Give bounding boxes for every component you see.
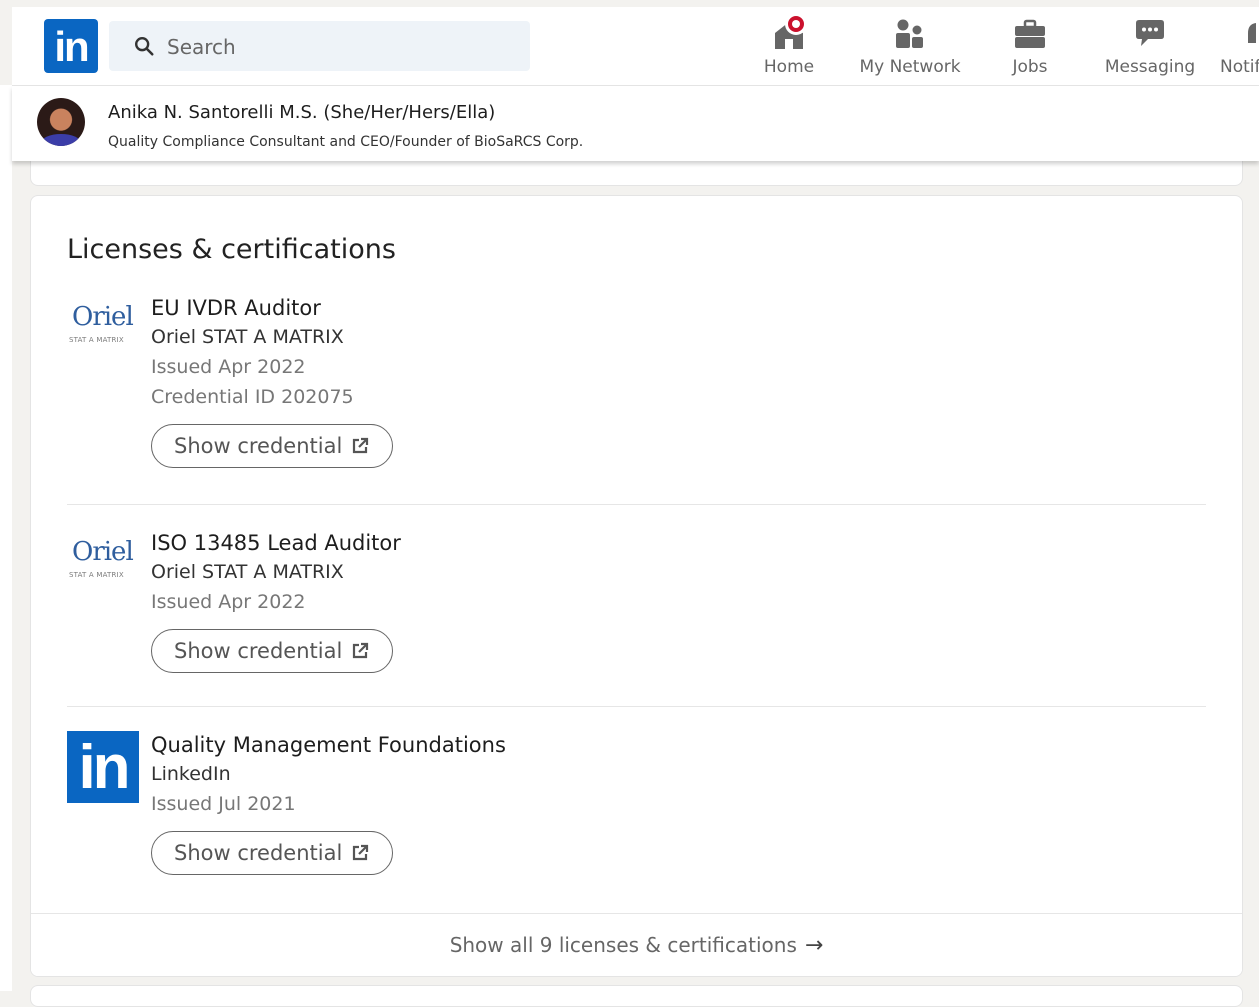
notification-badge bbox=[785, 13, 807, 35]
external-link-icon bbox=[353, 844, 369, 861]
people-icon bbox=[890, 17, 930, 51]
search-box[interactable] bbox=[109, 21, 530, 71]
license-issued-date: Issued Apr 2022 bbox=[151, 356, 306, 378]
license-title: ISO 13485 Lead Auditor bbox=[151, 531, 401, 555]
nav-messaging[interactable]: Messaging bbox=[1104, 17, 1196, 83]
next-section-card bbox=[30, 985, 1243, 1007]
show-all-licenses-link[interactable]: Show all 9 licenses & certifications → bbox=[31, 913, 1242, 976]
show-credential-button[interactable]: Show credential bbox=[151, 424, 394, 468]
profile-headline: Quality Compliance Consultant and CEO/Fo… bbox=[108, 134, 584, 150]
license-title: Quality Management Foundations bbox=[151, 733, 506, 757]
license-title: EU IVDR Auditor bbox=[151, 296, 321, 320]
nav-home-label: Home bbox=[763, 57, 815, 77]
sticky-profile-bar: Anika N. Santorelli M.S. (She/Her/Hers/E… bbox=[12, 86, 1259, 161]
nav-notifications[interactable]: Notif bbox=[1218, 17, 1259, 83]
section-title: Licenses & certifications bbox=[67, 234, 396, 265]
nav-jobs-label: Jobs bbox=[1012, 57, 1048, 77]
oriel-logo[interactable]: Oriel STAT A MATRIX bbox=[67, 531, 139, 603]
license-issuer: LinkedIn bbox=[151, 763, 231, 785]
show-credential-button[interactable]: Show credential bbox=[151, 629, 394, 673]
show-all-label: Show all 9 licenses & certifications bbox=[449, 933, 797, 957]
license-issued-date: Issued Apr 2022 bbox=[151, 591, 306, 613]
chat-icon bbox=[1130, 17, 1170, 51]
home-icon bbox=[769, 13, 809, 51]
linkedin-logo[interactable]: in bbox=[44, 19, 98, 73]
logo-wordmark: Oriel bbox=[72, 302, 134, 332]
license-issued-date: Issued Jul 2021 bbox=[151, 793, 296, 815]
licenses-section: Licenses & certifications Oriel STAT A M… bbox=[30, 195, 1243, 977]
profile-name: Anika N. Santorelli M.S. (She/Her/Hers/E… bbox=[108, 102, 496, 123]
nav-my-network[interactable]: My Network bbox=[858, 17, 962, 83]
external-link-icon bbox=[353, 437, 369, 454]
bell-icon bbox=[1236, 17, 1256, 51]
credential-id: Credential ID 202075 bbox=[151, 386, 354, 408]
oriel-logo[interactable]: Oriel STAT A MATRIX bbox=[67, 296, 139, 368]
logo-wordmark: Oriel bbox=[72, 537, 134, 567]
show-credential-label: Show credential bbox=[174, 639, 343, 663]
license-issuer: Oriel STAT A MATRIX bbox=[151, 326, 344, 348]
logo-subtext: STAT A MATRIX bbox=[69, 336, 124, 344]
linkedin-learning-logo[interactable]: in bbox=[67, 731, 139, 803]
briefcase-icon bbox=[1010, 17, 1050, 51]
divider bbox=[67, 706, 1206, 707]
divider bbox=[67, 504, 1206, 505]
global-nav: in Home My Network bbox=[12, 7, 1259, 86]
license-issuer: Oriel STAT A MATRIX bbox=[151, 561, 344, 583]
external-link-icon bbox=[353, 642, 369, 659]
nav-home[interactable]: Home bbox=[754, 13, 824, 83]
arrow-right-icon: → bbox=[804, 932, 824, 958]
nav-messaging-label: Messaging bbox=[1104, 57, 1196, 77]
search-input[interactable] bbox=[165, 31, 509, 63]
avatar[interactable] bbox=[37, 98, 85, 146]
nav-jobs[interactable]: Jobs bbox=[1000, 17, 1060, 83]
logo-subtext: STAT A MATRIX bbox=[69, 571, 124, 579]
show-credential-button[interactable]: Show credential bbox=[151, 831, 394, 875]
search-icon bbox=[135, 37, 154, 56]
show-credential-label: Show credential bbox=[174, 841, 343, 865]
show-credential-label: Show credential bbox=[174, 434, 343, 458]
nav-notifications-label: Notif bbox=[1220, 57, 1259, 77]
nav-my-network-label: My Network bbox=[859, 57, 961, 77]
